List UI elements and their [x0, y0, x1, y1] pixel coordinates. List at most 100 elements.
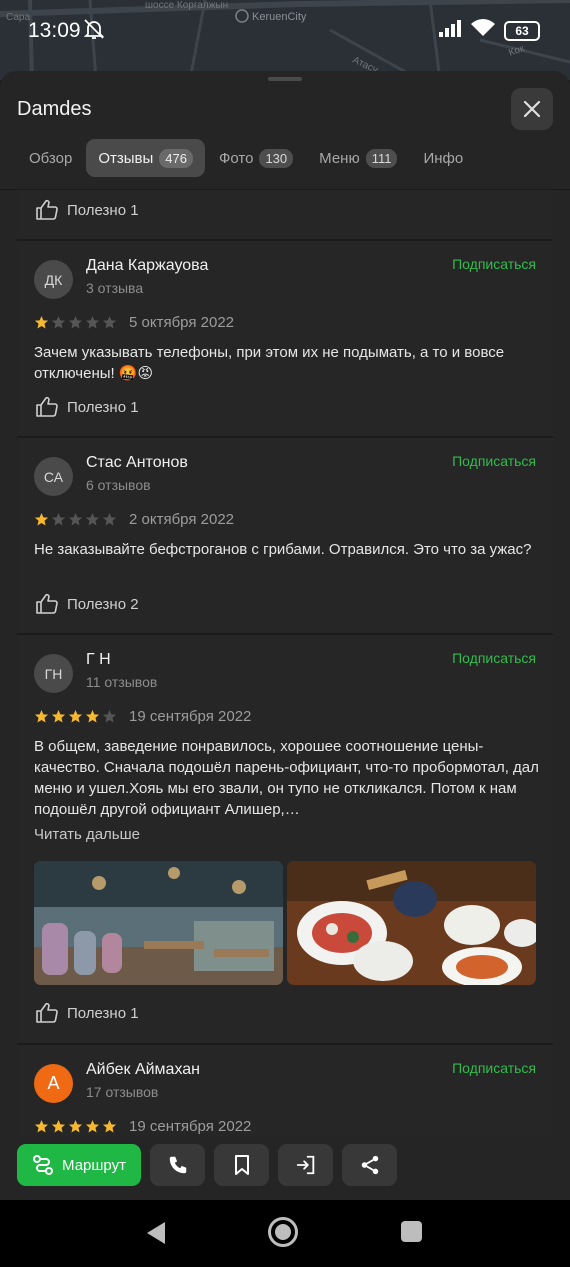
close-button[interactable]	[511, 88, 553, 130]
action-bar: Маршрут	[0, 1136, 570, 1200]
star-icon	[51, 315, 66, 329]
thumbs-up-icon	[36, 593, 58, 614]
rating-stars	[34, 315, 117, 330]
star-icon	[68, 1119, 83, 1133]
star-icon	[68, 709, 83, 723]
tab-photos[interactable]: Фото 130	[207, 139, 305, 177]
call-button[interactable]	[150, 1144, 205, 1186]
reviews-list[interactable]: Полезно 1 ДК Дана Каржауова 3 отзыва Под…	[17, 190, 553, 1200]
place-title: Damdes	[17, 98, 92, 120]
useful-button[interactable]: Полезно 1	[35, 395, 139, 419]
thumbs-up-icon	[36, 1002, 58, 1023]
review-photo-interior[interactable]	[34, 861, 283, 985]
reviewer-review-count: 3 отзыва	[86, 280, 144, 296]
star-icon	[85, 512, 100, 526]
reviewer-name[interactable]: Айбек Аймахан	[86, 1061, 200, 1079]
tab-label: Инфо	[423, 149, 464, 167]
star-icon	[102, 709, 117, 723]
star-icon	[68, 512, 83, 526]
share-icon	[361, 1155, 378, 1175]
star-icon	[68, 315, 83, 329]
route-button[interactable]: Маршрут	[17, 1144, 141, 1186]
route-icon	[33, 1155, 54, 1175]
tab-label: Меню	[319, 149, 360, 167]
star-icon	[85, 709, 100, 723]
reviewer-name[interactable]: Стас Антонов	[86, 454, 188, 472]
star-icon	[34, 1119, 49, 1133]
sheet-grabber[interactable]	[268, 77, 302, 81]
status-time: 13:09	[28, 19, 81, 42]
tab-label: Фото	[218, 149, 254, 167]
review-photo-food[interactable]	[287, 861, 536, 985]
battery-indicator: 63	[504, 20, 540, 41]
signal-icon	[438, 18, 462, 43]
subscribe-button[interactable]: Подписаться	[452, 1060, 536, 1076]
star-icon	[102, 512, 117, 526]
tab-info[interactable]: Инфо	[411, 139, 475, 177]
review-card: ДК Дана Каржауова 3 отзыва Подписаться 5…	[17, 241, 553, 438]
useful-label: Полезно 2	[67, 595, 139, 613]
star-icon	[34, 512, 49, 526]
star-icon	[51, 1119, 66, 1133]
useful-label: Полезно 1	[67, 201, 139, 219]
reviewer-name[interactable]: Дана Каржауова	[86, 257, 208, 275]
rating-stars	[34, 709, 117, 724]
review-date: 19 сентября 2022	[129, 708, 252, 725]
useful-label: Полезно 1	[67, 1004, 139, 1022]
subscribe-button[interactable]: Подписаться	[452, 256, 536, 272]
review-date: 5 октября 2022	[129, 314, 234, 331]
useful-button[interactable]: Полезно 1	[35, 1001, 139, 1025]
bookmark-icon	[234, 1155, 249, 1175]
bookmark-button[interactable]	[214, 1144, 269, 1186]
star-icon	[34, 315, 49, 329]
avatar[interactable]: ДК	[34, 260, 73, 299]
star-icon	[85, 315, 100, 329]
review-date: 19 сентября 2022	[129, 1118, 252, 1135]
close-icon	[523, 100, 541, 118]
home-icon[interactable]	[268, 1217, 298, 1247]
review-text: В общем, заведение понравилось, хорошее …	[34, 738, 539, 818]
avatar[interactable]: А	[34, 1064, 73, 1103]
star-icon	[85, 1119, 100, 1133]
tab-reviews[interactable]: Отзывы 476	[86, 139, 205, 177]
rating-stars	[34, 1119, 117, 1134]
recents-icon[interactable]	[401, 1221, 422, 1242]
reviewer-name[interactable]: Г Н	[86, 651, 111, 669]
read-more-link[interactable]: Читать дальше	[34, 826, 140, 843]
avatar[interactable]: СА	[34, 457, 73, 496]
tab-count: 111	[365, 148, 398, 168]
enter-button[interactable]	[278, 1144, 333, 1186]
wifi-icon	[470, 18, 496, 43]
tab-menu[interactable]: Меню 111	[307, 139, 409, 177]
useful-button[interactable]: Полезно 1	[35, 198, 139, 222]
useful-button[interactable]: Полезно 2	[35, 592, 139, 616]
review-text: Зачем указывать телефоны, при этом их не…	[34, 344, 505, 382]
tab-label: Отзывы	[98, 149, 154, 167]
avatar[interactable]: ГН	[34, 654, 73, 693]
reviewer-review-count: 6 отзывов	[86, 477, 151, 493]
subscribe-button[interactable]: Подписаться	[452, 453, 536, 469]
back-icon[interactable]	[145, 1220, 167, 1251]
review-card: СА Стас Антонов 6 отзывов Подписаться 2 …	[17, 438, 553, 635]
place-tabs: Обзор Отзывы 476 Фото 130 Меню 111 Инфо	[17, 139, 477, 177]
entrance-icon	[296, 1155, 314, 1175]
subscribe-button[interactable]: Подписаться	[452, 650, 536, 666]
rating-stars	[34, 512, 117, 527]
do-not-disturb-icon	[82, 17, 106, 46]
star-icon	[51, 512, 66, 526]
tab-label: Обзор	[29, 149, 73, 167]
star-icon	[51, 709, 66, 723]
thumbs-up-icon	[36, 396, 58, 417]
star-icon	[102, 315, 117, 329]
review-text: Не заказывайте бефстроганов с грибами. О…	[34, 541, 532, 558]
system-nav-bar	[0, 1200, 570, 1267]
review-date: 2 октября 2022	[129, 511, 234, 528]
review-card: Полезно 1	[17, 190, 553, 241]
phone-icon	[169, 1156, 186, 1174]
share-button[interactable]	[342, 1144, 397, 1186]
thumbs-up-icon	[36, 199, 58, 220]
tab-count: 476	[159, 148, 193, 168]
tab-overview[interactable]: Обзор	[17, 139, 84, 177]
status-bar: 13:09 63	[0, 0, 570, 62]
star-icon	[34, 709, 49, 723]
